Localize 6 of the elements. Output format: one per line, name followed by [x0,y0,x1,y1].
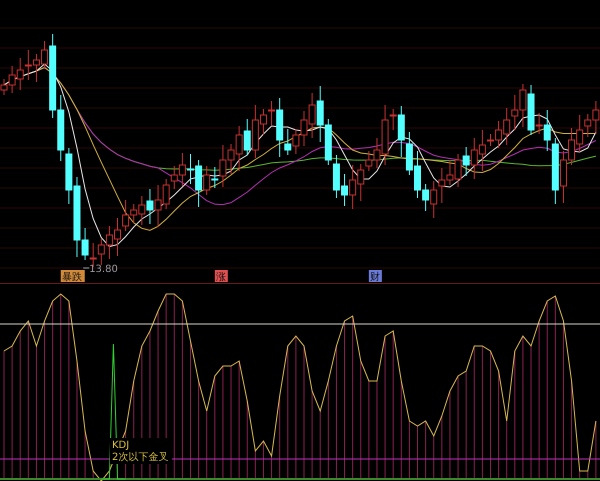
price-label: 13.80 [89,264,118,275]
signal-badge: 涨 [214,270,228,283]
signal-label: 2次以下金叉 [112,452,168,463]
signal-badge: 暴跌 [60,270,85,283]
indicator-name: KDJ [112,440,130,451]
signal-badge: 财 [368,270,382,283]
